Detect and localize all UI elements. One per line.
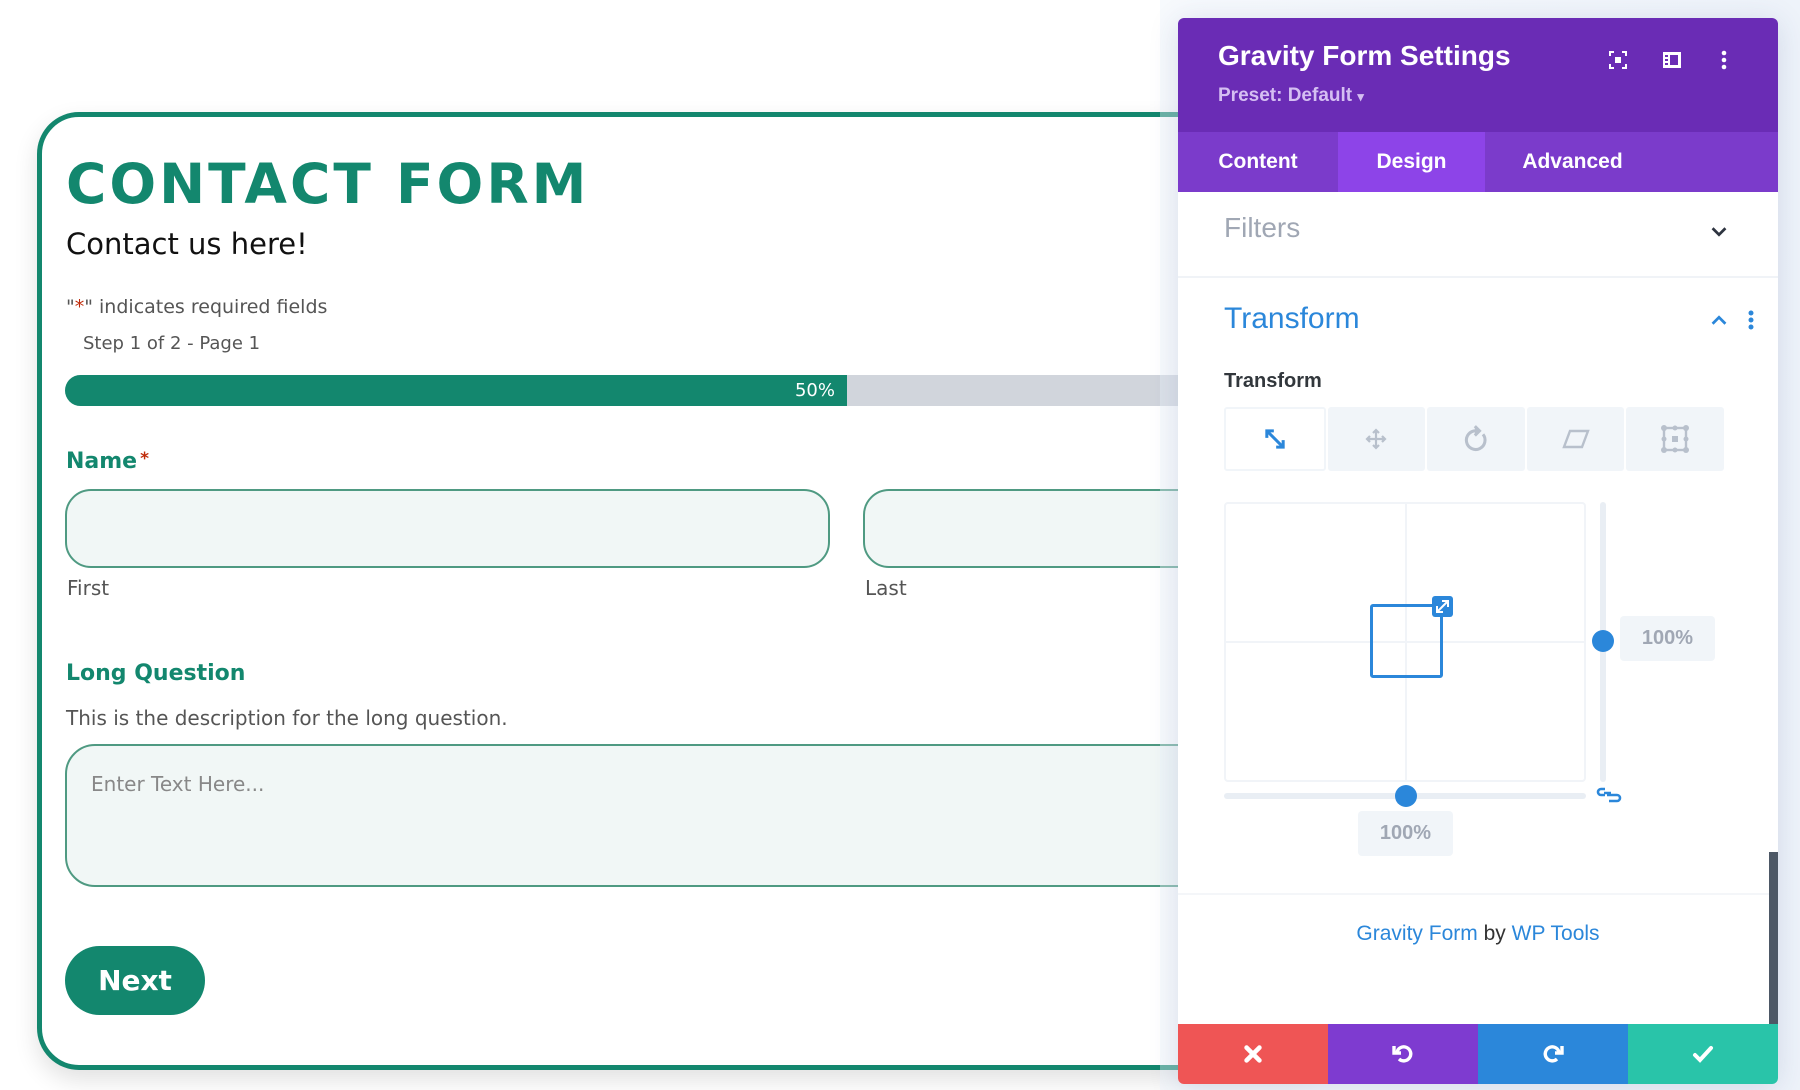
link-proportions-icon[interactable] <box>1596 785 1622 810</box>
plugin-credit: Gravity Form by WP Tools <box>1178 922 1778 946</box>
undo-icon <box>1392 1045 1413 1063</box>
transform-tool-tabs <box>1224 407 1724 471</box>
filters-section-toggle[interactable]: Filters <box>1178 192 1778 278</box>
scale-x-slider-handle[interactable] <box>1395 785 1417 807</box>
tab-advanced[interactable]: Advanced <box>1485 132 1660 192</box>
required-fields-note: "*" indicates required fields <box>66 296 327 318</box>
undo-button[interactable] <box>1328 1024 1478 1084</box>
transform-section-title[interactable]: Transform <box>1224 302 1360 336</box>
transform-origin-tab[interactable] <box>1626 407 1724 471</box>
required-asterisk: * <box>140 449 149 469</box>
transform-rotate-tab[interactable] <box>1427 407 1525 471</box>
name-label-text: Name <box>66 449 138 474</box>
scale-preview-grid <box>1224 502 1586 782</box>
panel-title: Gravity Form Settings <box>1218 40 1511 71</box>
transform-scale-tab[interactable] <box>1224 407 1326 471</box>
long-question-label: Long Question <box>66 661 246 686</box>
redo-icon <box>1543 1045 1564 1063</box>
caret-down-icon: ▾ <box>1357 89 1364 104</box>
scale-y-input[interactable]: 100% <box>1620 616 1715 661</box>
next-button[interactable]: Next <box>65 946 205 1015</box>
form-subtitle: Contact us here! <box>66 227 308 261</box>
form-title: CONTACT FORM <box>66 152 590 216</box>
tab-content[interactable]: Content <box>1178 132 1338 192</box>
progress-bar-fill: 50% <box>65 375 847 406</box>
credit-by: by <box>1477 922 1512 945</box>
long-question-description: This is the description for the long que… <box>66 706 508 730</box>
transform-translate-tab[interactable] <box>1327 407 1426 471</box>
cancel-button[interactable] <box>1178 1024 1328 1084</box>
chevron-up-icon[interactable] <box>1708 310 1730 337</box>
rotate-icon <box>1464 425 1487 451</box>
panel-header: Gravity Form Settings Preset: Default ▾ <box>1178 18 1778 132</box>
panel-scrollbar[interactable] <box>1769 852 1778 1024</box>
redo-button[interactable] <box>1478 1024 1628 1084</box>
tab-design[interactable]: Design <box>1338 132 1485 192</box>
close-icon <box>1244 1045 1262 1063</box>
required-asterisk: * <box>74 296 85 318</box>
footer-divider <box>1178 893 1778 895</box>
transform-origin-icon <box>1661 425 1690 453</box>
panel-tabs: Content Design Advanced <box>1178 132 1778 192</box>
textarea-placeholder: Enter Text Here... <box>91 772 265 796</box>
name-field-label: Name * <box>66 449 149 474</box>
check-icon <box>1693 1046 1713 1063</box>
step-indicator: Step 1 of 2 - Page 1 <box>83 333 261 354</box>
progress-bar: 50% <box>65 375 1325 406</box>
transform-control-label: Transform <box>1224 370 1322 392</box>
first-name-input[interactable] <box>65 489 830 568</box>
panel-action-bar <box>1178 1024 1778 1084</box>
author-link[interactable]: WP Tools <box>1512 922 1600 945</box>
quote: " <box>66 296 75 318</box>
plugin-link[interactable]: Gravity Form <box>1356 922 1477 945</box>
settings-panel: Gravity Form Settings Preset: Default ▾ … <box>1178 18 1778 1084</box>
scale-arrows-icon <box>1265 429 1285 449</box>
expand-icon[interactable] <box>1432 596 1453 617</box>
skew-icon <box>1561 429 1590 449</box>
split-view-icon[interactable] <box>1660 48 1684 72</box>
first-name-sublabel: First <box>67 576 110 600</box>
scale-x-input[interactable]: 100% <box>1358 811 1453 856</box>
last-name-sublabel: Last <box>865 576 907 600</box>
more-options-icon[interactable] <box>1712 48 1736 72</box>
required-note-text: " indicates required fields <box>84 296 328 318</box>
preset-dropdown[interactable]: Preset: Default ▾ <box>1218 85 1364 107</box>
preset-label: Preset: Default <box>1218 85 1353 106</box>
scale-y-slider-handle[interactable] <box>1592 630 1614 652</box>
section-options-icon[interactable] <box>1744 308 1758 337</box>
progress-label: 50% <box>794 380 835 401</box>
save-button[interactable] <box>1628 1024 1778 1084</box>
filters-label: Filters <box>1224 212 1301 243</box>
chevron-down-icon <box>1708 220 1730 247</box>
transform-skew-tab[interactable] <box>1526 407 1625 471</box>
move-icon <box>1365 428 1387 450</box>
focus-icon[interactable] <box>1606 48 1630 72</box>
